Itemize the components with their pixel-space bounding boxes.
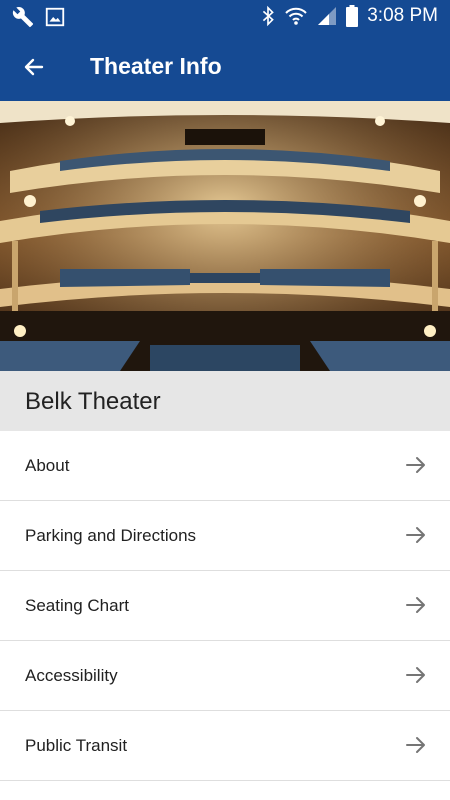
app-bar: Theater Info (0, 33, 450, 101)
wrench-icon (12, 7, 34, 28)
theater-hero-image (0, 101, 450, 371)
status-right: 3:08 PM (261, 5, 438, 27)
arrow-right-icon (406, 457, 425, 473)
theater-auditorium-photo (0, 101, 450, 371)
menu-item-label: Parking and Directions (25, 526, 197, 545)
page-title: Theater Info (90, 53, 222, 79)
menu-item-public-transit[interactable]: Public Transit (0, 711, 450, 781)
image-icon (45, 7, 65, 27)
battery-icon (346, 5, 359, 27)
arrow-left-icon (24, 58, 44, 76)
menu-item-label: About (25, 456, 70, 475)
theater-name: Belk Theater (25, 388, 161, 415)
signal-icon (318, 7, 337, 25)
menu-item-about[interactable]: About (0, 431, 450, 501)
menu-item-accessibility[interactable]: Accessibility (0, 641, 450, 711)
menu-item-label: Accessibility (25, 666, 118, 685)
status-time: 3:08 PM (367, 5, 438, 26)
menu-item-label: Public Transit (25, 736, 128, 755)
bluetooth-icon (263, 5, 275, 27)
status-bar: 3:08 PM (0, 0, 450, 33)
arrow-right-icon (406, 667, 425, 683)
wifi-icon (285, 7, 307, 25)
menu-item-seating-chart[interactable]: Seating Chart (0, 571, 450, 641)
arrow-right-icon (406, 597, 425, 613)
arrow-right-icon (406, 527, 425, 543)
back-button[interactable] (14, 47, 54, 87)
section-header: Belk Theater (0, 371, 450, 431)
menu-item-parking-and-directions[interactable]: Parking and Directions (0, 501, 450, 571)
status-left-icons (12, 6, 66, 28)
menu-item-label: Seating Chart (25, 596, 129, 615)
theater-info-menu: About Parking and Directions Seating Cha… (0, 431, 450, 781)
arrow-right-icon (406, 737, 425, 753)
